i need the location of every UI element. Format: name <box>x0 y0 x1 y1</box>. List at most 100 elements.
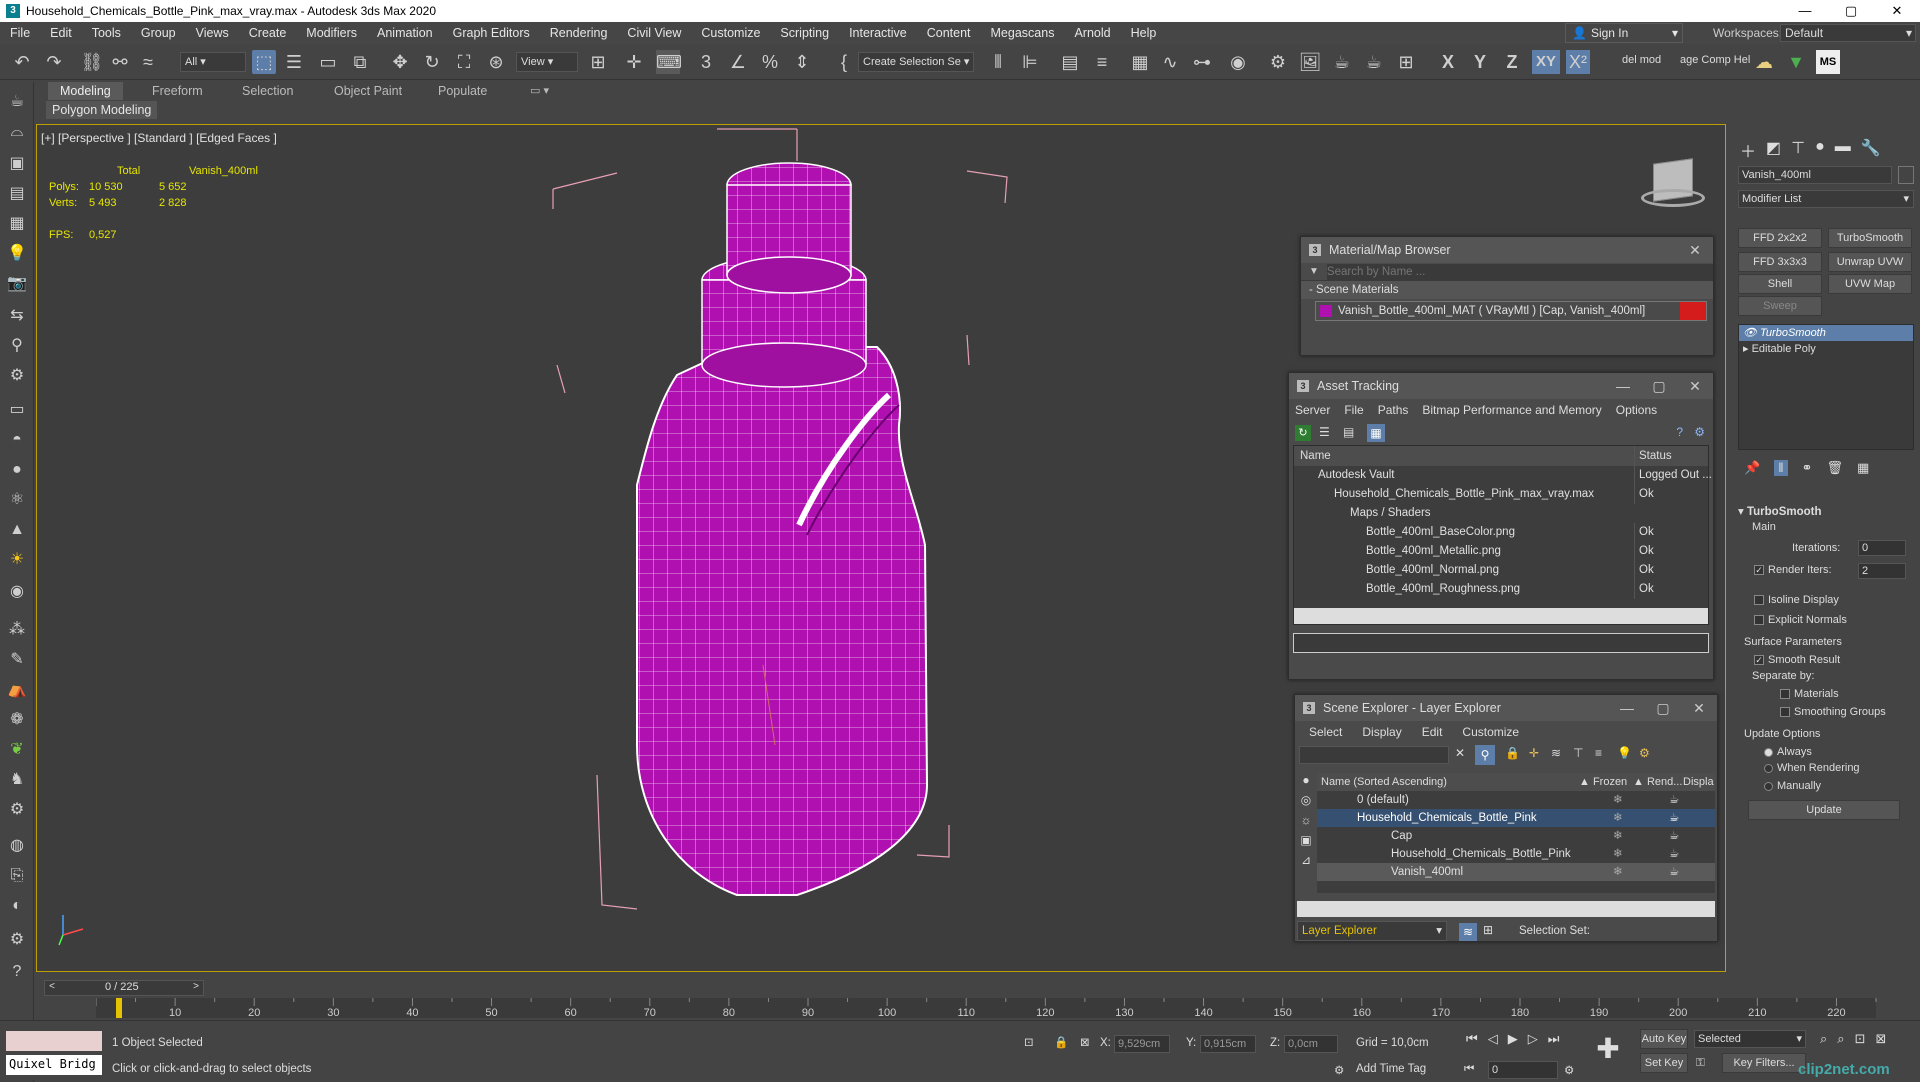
menu-edit[interactable]: Edit <box>40 22 82 44</box>
options-icon[interactable]: ⚙ <box>1694 425 1705 439</box>
prev-frame-icon[interactable]: < <box>45 981 59 995</box>
minimize-icon[interactable]: — <box>1605 373 1641 399</box>
unwrap-uvw-button[interactable]: Unwrap UVW <box>1828 252 1912 272</box>
close-icon[interactable]: ✕ <box>1681 695 1717 721</box>
object-name-field[interactable]: Vanish_400ml <box>1738 166 1892 184</box>
select-by-name-icon[interactable]: ☰ <box>282 50 306 74</box>
particles-icon[interactable]: ⁂ <box>5 618 29 642</box>
teapot-icon[interactable]: ☕ <box>1669 827 1679 845</box>
helpers-icon[interactable]: ⇆ <box>5 304 29 328</box>
always-radio[interactable]: Always <box>1764 746 1812 758</box>
go-to-end-icon[interactable]: ⏭ <box>1548 1031 1560 1047</box>
render-in-cloud-icon[interactable]: ⊞ <box>1394 50 1418 74</box>
absolute-mode-icon[interactable]: ⊠ <box>1080 1035 1090 1049</box>
timeline-ruler[interactable] <box>96 998 1876 1018</box>
create-geometry-icon[interactable]: ☕ <box>5 90 29 114</box>
key-mode-icon[interactable]: ⏮ <box>1464 1063 1474 1076</box>
hair-icon[interactable]: ⚛ <box>5 488 29 512</box>
script-icon[interactable]: ⎘ <box>5 864 29 888</box>
sync-selection-icon[interactable]: ⚙ <box>1639 746 1650 760</box>
menu-views[interactable]: Views <box>186 22 239 44</box>
play-icon[interactable]: ▶ <box>1508 1031 1518 1047</box>
gear-icon[interactable]: ⚙ <box>5 928 29 952</box>
grid-icon[interactable]: ▦ <box>5 212 29 236</box>
col-render[interactable]: ▲ Rend... <box>1633 773 1682 791</box>
camera-icon[interactable]: 📷 <box>5 272 29 296</box>
manually-radio[interactable]: Manually <box>1764 780 1821 792</box>
key-filters-button[interactable]: Key Filters... <box>1722 1053 1806 1073</box>
layers-icon[interactable]: ≋ <box>1551 746 1561 760</box>
time-cursor[interactable] <box>116 998 122 1018</box>
x-coordinate-field[interactable]: 9,529cm <box>1114 1035 1170 1053</box>
menu-customize[interactable]: Customize <box>1462 725 1519 739</box>
select-manipulate-icon[interactable]: ✛ <box>622 50 646 74</box>
zoom-all-icon[interactable]: ⌕ <box>1837 1031 1844 1047</box>
set-key-button[interactable]: Set Key <box>1640 1053 1688 1073</box>
display-helpers-icon[interactable]: ⊿ <box>1297 853 1315 871</box>
turbosmooth-button[interactable]: TurboSmooth <box>1828 228 1912 248</box>
refresh-icon[interactable]: ↻ <box>1295 425 1311 441</box>
motion-tab-icon[interactable]: ● <box>1815 138 1825 162</box>
horizontal-scrollbar[interactable] <box>1297 901 1715 917</box>
key-icon[interactable]: ⚿ <box>1696 1057 1705 1070</box>
object-color-swatch[interactable] <box>1898 166 1914 184</box>
window-crossing-icon[interactable]: ⧉ <box>348 50 372 74</box>
menu-group[interactable]: Group <box>131 22 186 44</box>
layer-row[interactable]: Household_Chemicals_Bottle_Pink ❄ ☕ <box>1317 845 1715 863</box>
snaps-toggle-icon[interactable]: 3 <box>694 50 718 74</box>
link-icon[interactable]: ⛓ <box>80 50 104 74</box>
spinner-snap-icon[interactable]: ⇕ <box>790 50 814 74</box>
move-icon[interactable]: ✥ <box>388 50 412 74</box>
previous-frame-icon[interactable]: ◁ <box>1488 1031 1498 1047</box>
table-row[interactable]: Bottle_400ml_Roughness.png Ok <box>1294 580 1708 599</box>
teapot-icon[interactable]: ☕ <box>1669 809 1679 827</box>
plane-icon[interactable]: ▭ <box>5 398 29 422</box>
modify-tab-icon[interactable]: ◩ <box>1766 138 1781 162</box>
display-lights-icon[interactable]: ☼ <box>1297 813 1315 831</box>
materials-checkbox[interactable]: Materials <box>1780 688 1839 700</box>
tab-populate[interactable]: Populate <box>426 82 499 100</box>
polygon-modeling-panel[interactable]: Polygon Modeling <box>46 101 158 119</box>
menu-help[interactable]: Help <box>1121 22 1167 44</box>
asset-path-field[interactable] <box>1293 633 1709 653</box>
toggle-ribbon-icon[interactable]: ▦ <box>1128 50 1152 74</box>
rendered-frame-window-icon[interactable]: 🖼 <box>1298 50 1322 74</box>
when-rendering-radio[interactable]: When Rendering <box>1764 762 1860 774</box>
ribbon-options-icon[interactable]: ▭ ▾ <box>518 82 561 100</box>
add-layer-icon[interactable]: ✛ <box>1529 746 1539 760</box>
light-icon[interactable]: 💡 <box>5 242 29 266</box>
material-search-input[interactable] <box>1326 263 1713 280</box>
set-keys-icon[interactable]: ✚ <box>1590 1029 1626 1069</box>
turbosmooth-rollout-title[interactable]: ▾ TurboSmooth <box>1738 504 1914 518</box>
layers-icon[interactable]: ▤ <box>5 182 29 206</box>
fur-icon[interactable]: ✎ <box>5 648 29 672</box>
maximize-button[interactable]: ▢ <box>1828 0 1874 22</box>
table-view-icon[interactable]: ▦ <box>1367 424 1385 442</box>
menu-arnold[interactable]: Arnold <box>1064 22 1120 44</box>
selection-filter-select[interactable]: All ▾ <box>180 52 246 72</box>
remove-modifier-icon[interactable]: 🗑 <box>1826 460 1843 476</box>
show-end-result-icon[interactable]: ‖ <box>1774 460 1788 476</box>
axis-xy-button[interactable]: XY <box>1532 50 1560 74</box>
table-row[interactable]: Autodesk Vault Logged Out ... <box>1294 466 1712 485</box>
col-frozen[interactable]: ▲ Frozen <box>1579 773 1627 791</box>
close-icon[interactable]: ✕ <box>1677 237 1713 263</box>
time-config-icon[interactable]: ⚙ <box>1564 1063 1574 1077</box>
table-row[interactable]: Bottle_400ml_BaseColor.png Ok <box>1294 523 1708 542</box>
make-unique-icon[interactable]: ⚭ <box>1802 460 1813 476</box>
scene-search-input[interactable] <box>1299 746 1449 764</box>
scene-explorer-titlebar[interactable]: 3 Scene Explorer - Layer Explorer — ▢ ✕ <box>1295 695 1717 721</box>
horizontal-scrollbar[interactable] <box>1294 608 1708 624</box>
snowflake-icon[interactable]: ❄ <box>1613 845 1623 863</box>
clear-search-icon[interactable]: ✕ <box>1455 746 1465 760</box>
asset-tracking-titlebar[interactable]: 3 Asset Tracking — ▢ ✕ <box>1289 373 1713 399</box>
axis-z-button[interactable]: Z <box>1500 50 1524 74</box>
snowflake-icon[interactable]: ❄ <box>1613 809 1623 827</box>
snowflake-icon[interactable]: ❄ <box>1613 791 1623 809</box>
maxscript-button[interactable]: MS <box>1816 50 1840 74</box>
menu-customize[interactable]: Customize <box>691 22 770 44</box>
menu-animation[interactable]: Animation <box>367 22 443 44</box>
minimize-button[interactable]: — <box>1782 0 1828 22</box>
next-frame-icon[interactable]: ▷ <box>1528 1031 1538 1047</box>
rotate-icon[interactable]: ↻ <box>420 50 444 74</box>
